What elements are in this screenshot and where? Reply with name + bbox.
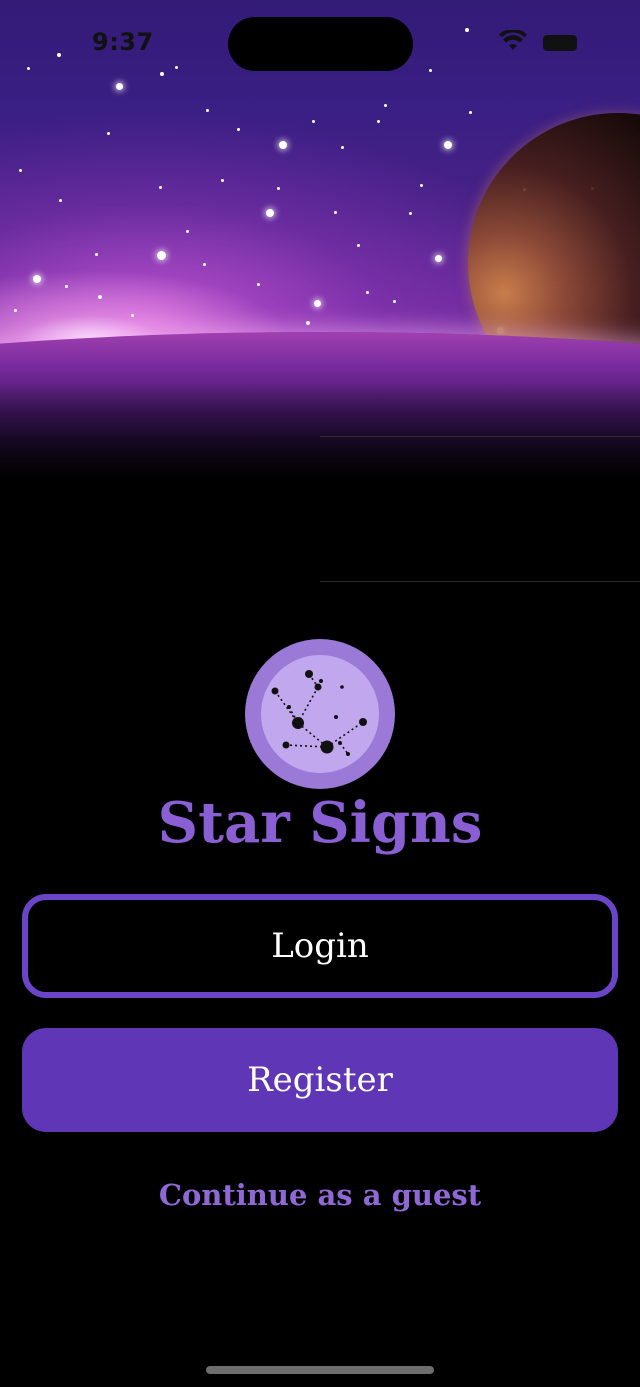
star [468,110,472,114]
status-time: 9:37 [92,28,154,56]
star [306,321,310,325]
hero-space-illustration [0,0,640,480]
star [465,28,469,32]
register-button[interactable]: Register [22,1028,618,1132]
star [392,299,396,303]
home-indicator [206,1366,434,1374]
star [313,299,321,307]
star [13,308,17,312]
star [279,141,287,149]
star [64,284,68,288]
star [18,168,22,172]
star [220,178,224,182]
star [156,250,166,260]
login-button[interactable]: Login [22,894,618,998]
star [428,68,432,72]
star [311,119,315,123]
dynamic-island [228,17,413,71]
divider-line [320,581,640,582]
star [26,66,30,70]
star [356,243,360,247]
star [185,229,189,233]
star [94,252,98,256]
star [434,254,442,262]
star [115,82,123,90]
star [340,145,344,149]
star [376,119,380,123]
continue-as-guest-link[interactable]: Continue as a guest [0,1178,640,1212]
star [98,295,102,299]
app-title: Star Signs [157,790,483,856]
star [205,108,209,112]
star [276,186,280,190]
divider-line [320,436,640,437]
star [174,65,178,69]
star [106,131,110,135]
star [33,275,41,283]
star [266,209,274,217]
star [202,262,206,266]
star [408,211,412,215]
star [444,141,452,149]
wifi-icon [499,30,527,50]
star [365,290,369,294]
star [333,210,337,214]
constellation-icon [261,655,379,773]
star [57,53,61,57]
star [383,103,387,107]
star [160,72,164,76]
battery-icon [543,35,577,51]
star [58,198,62,202]
star [158,185,162,189]
app-logo [245,639,395,789]
star [236,127,240,131]
star [419,183,423,187]
star [130,313,134,317]
hero-fade [0,380,640,480]
star [256,282,260,286]
